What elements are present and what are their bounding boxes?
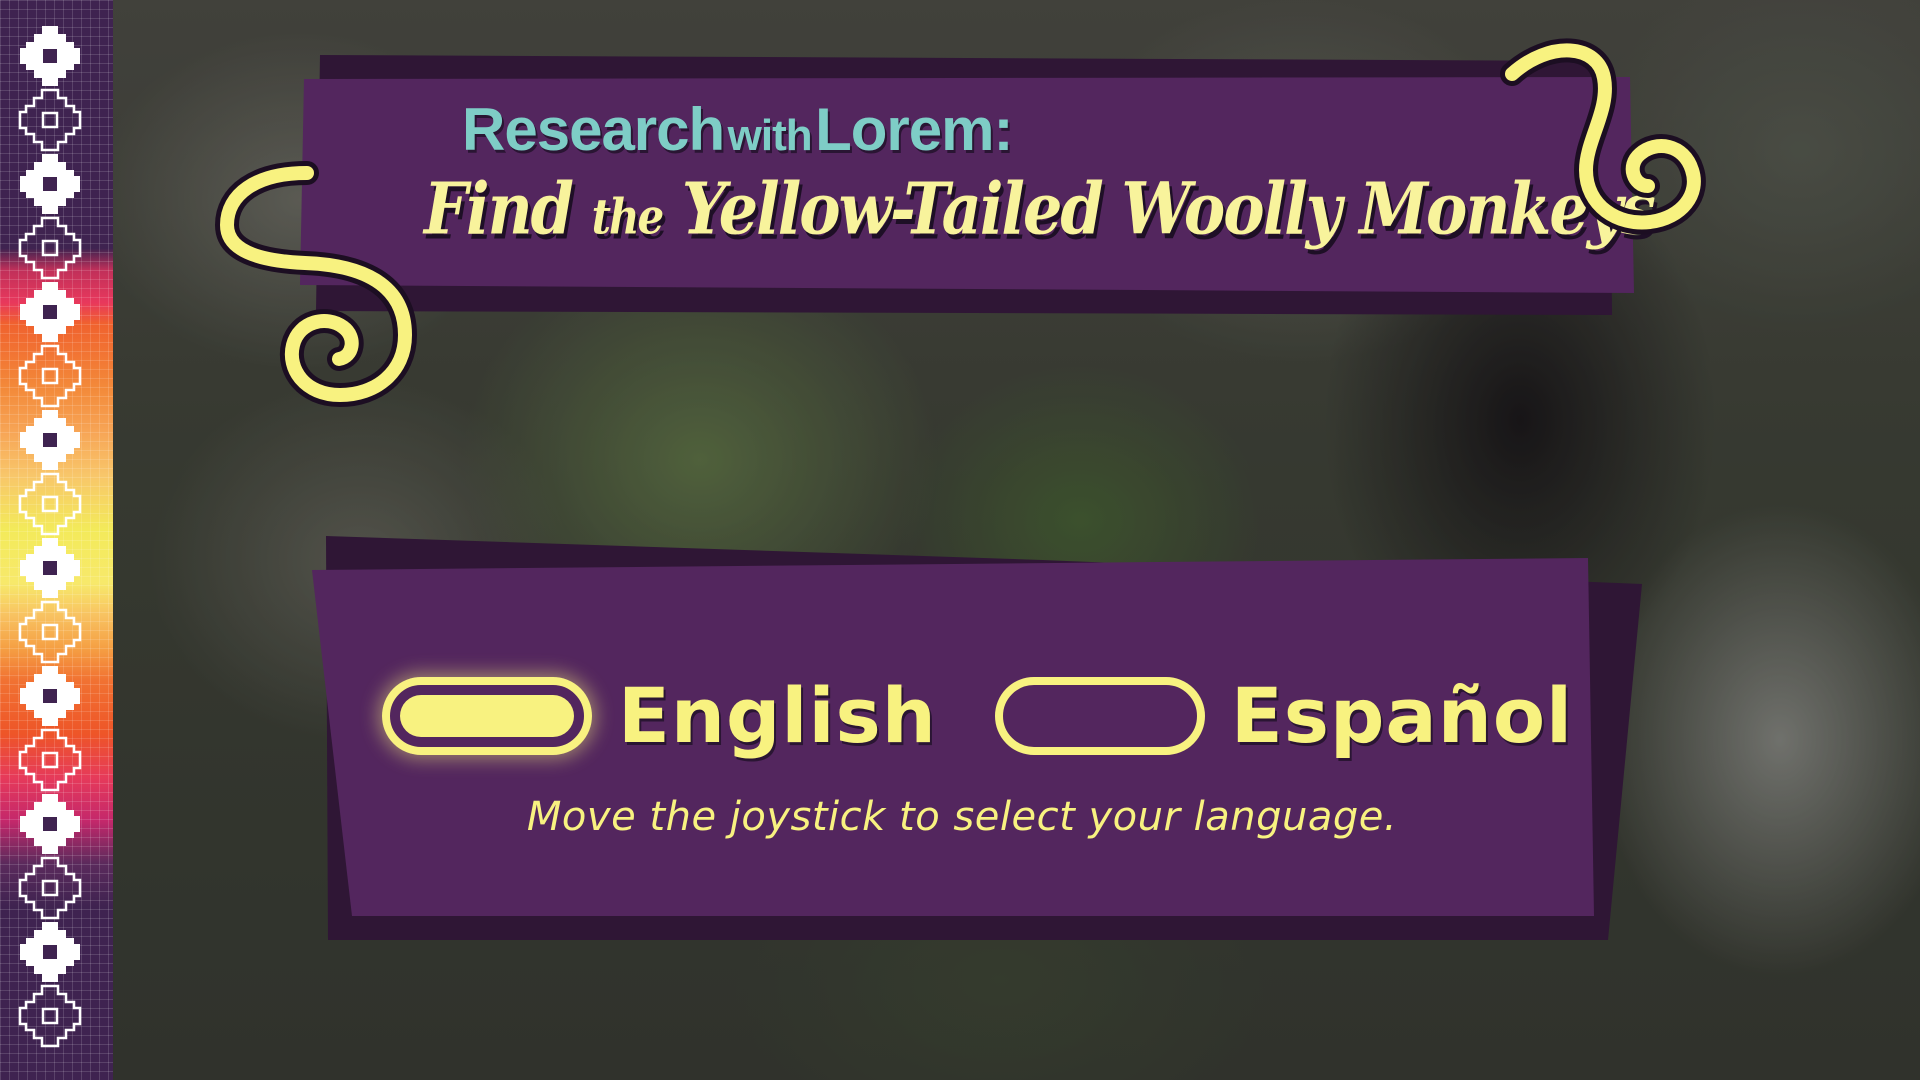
joystick-instruction: Move the joystick to select your languag… [526, 794, 1398, 840]
espanol-toggle[interactable] [994, 676, 1205, 755]
woven-motif-icon [20, 794, 80, 854]
english-toggle[interactable] [382, 676, 592, 755]
woven-motif-icon [18, 728, 82, 792]
woven-motif-icon [20, 282, 80, 342]
woven-motif-icon [20, 26, 80, 86]
right-swirl-icon [1500, 38, 1706, 235]
title-banner: Research with Lorem: Find the Yellow-Tai… [300, 55, 1656, 315]
woven-side-strip [0, 0, 113, 1080]
language-panel: English Español Move the joystick to sel… [312, 536, 1642, 940]
english-label: English [618, 671, 937, 760]
language-option-espanol[interactable]: Español [994, 671, 1574, 760]
woven-motif-icon [20, 154, 80, 214]
game-screen: Research with Lorem: Find the Yellow-Tai… [0, 0, 1920, 1080]
title-with: with [727, 111, 813, 160]
title-lorem: Lorem: [815, 96, 1013, 163]
woven-motif-icon [18, 216, 82, 280]
title-line-1: Research with Lorem: [462, 95, 1013, 164]
title-the: the [591, 188, 665, 246]
woven-motif-icon [18, 472, 82, 536]
language-option-english[interactable]: English [382, 671, 937, 760]
title-line-2: Find the Yellow-Tailed Woolly Monkeys [424, 167, 1656, 251]
language-options: English Español [382, 671, 1573, 760]
woven-motif-icon [20, 666, 80, 726]
woven-motif-icon [18, 88, 82, 152]
espanol-label: Español [1230, 671, 1574, 760]
woven-motif-icon [18, 984, 82, 1048]
title-research: Research [462, 96, 725, 163]
woven-motif-icon [20, 410, 80, 470]
woven-motif-icon [20, 922, 80, 982]
woven-motif-icon [20, 538, 80, 598]
woven-motif-icon [18, 856, 82, 920]
woven-motif-icon [18, 600, 82, 664]
woven-motif-icon [18, 344, 82, 408]
left-swirl-icon [214, 161, 418, 408]
title-find: Find [424, 167, 574, 251]
